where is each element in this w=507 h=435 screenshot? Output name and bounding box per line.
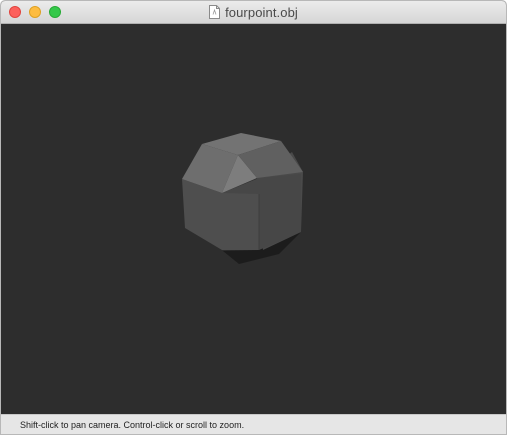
- document-icon: [209, 5, 221, 19]
- minimize-button[interactable]: [29, 6, 41, 18]
- status-bar: Shift-click to pan camera. Control-click…: [1, 414, 506, 434]
- zoom-button[interactable]: [49, 6, 61, 18]
- title-bar[interactable]: fourpoint.obj: [1, 1, 506, 24]
- window-title: fourpoint.obj: [225, 4, 298, 20]
- close-button[interactable]: [9, 6, 21, 18]
- status-hint-text: Shift-click to pan camera. Control-click…: [20, 420, 245, 430]
- model-render: [182, 133, 303, 264]
- app-window: fourpoint.obj Shift-click to pan camera.: [0, 0, 507, 435]
- 3d-viewport[interactable]: [1, 24, 506, 414]
- window-title-group: fourpoint.obj: [1, 1, 506, 23]
